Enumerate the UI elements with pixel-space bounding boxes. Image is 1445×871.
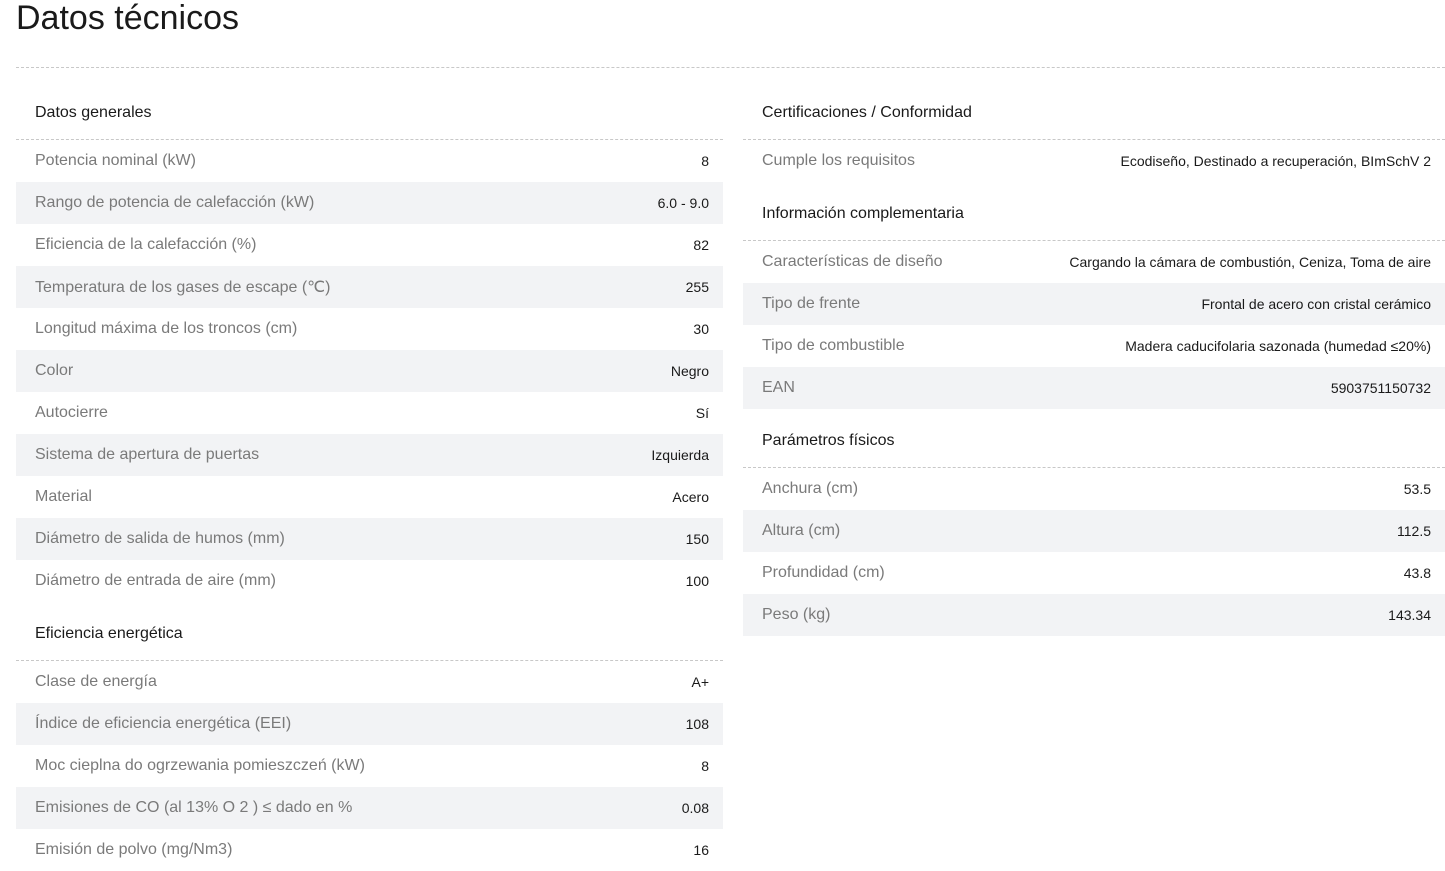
spec-label: Color: [35, 362, 74, 379]
spec-row: Rango de potencia de calefacción (kW) 6.0…: [16, 182, 723, 224]
section-certificaciones: Certificaciones / Conformidad Cumple los…: [743, 91, 1445, 182]
spec-table: Potencia nominal (kW) 8 Rango de potencia…: [16, 140, 723, 602]
spec-row: Altura (cm) 112.5: [743, 510, 1445, 552]
spec-label: Material: [35, 488, 92, 505]
spec-value: A+: [691, 674, 709, 690]
spec-label: Temperatura de los gases de escape (℃): [35, 279, 331, 296]
spec-row: Temperatura de los gases de escape (℃) 25…: [16, 266, 723, 308]
spec-value: Madera caducifolaria sazonada (humedad ≤…: [1125, 338, 1431, 354]
spec-row: Emisiones de CO (al 13% O 2 ) ≤ dado en …: [16, 787, 723, 829]
spec-label: Longitud máxima de los troncos (cm): [35, 320, 298, 337]
spec-label: Características de diseño: [762, 253, 943, 270]
spec-value: 100: [685, 573, 709, 589]
section-parametros-fisicos: Parámetros físicos Anchura (cm) 53.5 Altu…: [743, 419, 1445, 636]
spec-row: EAN 5903751150732: [743, 367, 1445, 409]
section-title: Datos generales: [16, 91, 723, 140]
spec-label: Índice de eficiencia energética (EEI): [35, 715, 292, 732]
title-divider: [16, 67, 1445, 68]
spec-value: Frontal de acero con cristal cerámico: [1201, 296, 1431, 312]
spec-table: Anchura (cm) 53.5 Altura (cm) 112.5 Profun…: [743, 468, 1445, 636]
spec-row: Potencia nominal (kW) 8: [16, 140, 723, 182]
spec-label: Clase de energía: [35, 673, 157, 690]
spec-label: Eficiencia de la calefacción (%): [35, 236, 257, 253]
section-informacion-complementaria: Información complementaria Característic…: [743, 192, 1445, 409]
spec-label: Anchura (cm): [762, 480, 859, 497]
spec-label: Diámetro de salida de humos (mm): [35, 530, 285, 547]
spec-label: EAN: [762, 379, 795, 396]
spec-value: Acero: [672, 489, 709, 505]
spec-value: 82: [693, 237, 709, 253]
spec-row: Autocierre Sí: [16, 392, 723, 434]
spec-value: 0.08: [681, 800, 709, 816]
section-datos-generales: Datos generales Potencia nominal (kW) 8 R…: [16, 91, 723, 602]
spec-value: Negro: [670, 363, 709, 379]
spec-value: 8: [701, 758, 709, 774]
spec-table: Clase de energía A+ Índice de eficiencia …: [16, 661, 723, 871]
section-eficiencia-energetica: Eficiencia energética Clase de energía A+…: [16, 612, 723, 871]
spec-row: Material Acero: [16, 476, 723, 518]
spec-table: Características de diseño Cargando la cám…: [743, 241, 1445, 409]
spec-row: Anchura (cm) 53.5: [743, 468, 1445, 510]
spec-row: Índice de eficiencia energética (EEI) 108: [16, 703, 723, 745]
spec-label: Rango de potencia de calefacción (kW): [35, 194, 315, 211]
spec-value: Sí: [695, 405, 709, 421]
spec-row: Moc cieplna do ogrzewania pomieszczeń (k…: [16, 745, 723, 787]
spec-value: 255: [685, 279, 709, 295]
spec-row: Diámetro de entrada de aire (mm) 100: [16, 560, 723, 602]
spec-value: Ecodiseño, Destinado a recuperación, BIm…: [1120, 153, 1431, 169]
section-title: Eficiencia energética: [16, 612, 723, 661]
spec-value: 6.0 - 9.0: [657, 195, 709, 211]
spec-label: Diámetro de entrada de aire (mm): [35, 572, 276, 589]
spec-row: Emisión de polvo (mg/Nm3) 16: [16, 829, 723, 871]
spec-value: 143.34: [1388, 607, 1431, 623]
section-title: Información complementaria: [743, 192, 1445, 241]
spec-row: Longitud máxima de los troncos (cm) 30: [16, 308, 723, 350]
spec-row: Peso (kg) 143.34: [743, 594, 1445, 636]
spec-label: Profundidad (cm): [762, 564, 885, 581]
spec-label: Autocierre: [35, 404, 108, 421]
spec-label: Peso (kg): [762, 606, 831, 623]
spec-label: Altura (cm): [762, 522, 841, 539]
spec-row: Profundidad (cm) 43.8: [743, 552, 1445, 594]
spec-label: Emisiones de CO (al 13% O 2 ) ≤ dado en …: [35, 799, 353, 816]
spec-label: Tipo de frente: [762, 295, 861, 312]
spec-table: Cumple los requisitos Ecodiseño, Destinad…: [743, 140, 1445, 182]
spec-value: 8: [701, 153, 709, 169]
spec-value: 108: [685, 716, 709, 732]
spec-row: Cumple los requisitos Ecodiseño, Destinad…: [743, 140, 1445, 182]
spec-row: Tipo de combustible Madera caducifolaria …: [743, 325, 1445, 367]
spec-value: 5903751150732: [1330, 380, 1431, 396]
spec-label: Emisión de polvo (mg/Nm3): [35, 841, 233, 858]
spec-value: 53.5: [1403, 481, 1431, 497]
spec-row: Eficiencia de la calefacción (%) 82: [16, 224, 723, 266]
spec-label: Potencia nominal (kW): [35, 152, 196, 169]
left-column: Datos generales Potencia nominal (kW) 8 R…: [16, 91, 723, 871]
section-title: Certificaciones / Conformidad: [743, 91, 1445, 140]
spec-row: Clase de energía A+: [16, 661, 723, 703]
spec-label: Sistema de apertura de puertas: [35, 446, 260, 463]
spec-value: 150: [685, 531, 709, 547]
spec-value: Izquierda: [651, 447, 709, 463]
spec-label: Moc cieplna do ogrzewania pomieszczeń (k…: [35, 757, 365, 774]
spec-value: 16: [693, 842, 709, 858]
spec-value: 30: [693, 321, 709, 337]
spec-label: Cumple los requisitos: [762, 152, 915, 169]
page-title: Datos técnicos: [16, 0, 239, 37]
spec-value: 43.8: [1403, 565, 1431, 581]
spec-row: Tipo de frente Frontal de acero con crist…: [743, 283, 1445, 325]
section-title: Parámetros físicos: [743, 419, 1445, 468]
spec-row: Color Negro: [16, 350, 723, 392]
spec-row: Características de diseño Cargando la cám…: [743, 241, 1445, 283]
spec-row: Sistema de apertura de puertas Izquierda: [16, 434, 723, 476]
right-column: Certificaciones / Conformidad Cumple los…: [743, 91, 1445, 636]
spec-value: Cargando la cámara de combustión, Ceniza…: [1069, 254, 1431, 270]
spec-value: 112.5: [1397, 523, 1431, 539]
spec-label: Tipo de combustible: [762, 337, 905, 354]
spec-row: Diámetro de salida de humos (mm) 150: [16, 518, 723, 560]
